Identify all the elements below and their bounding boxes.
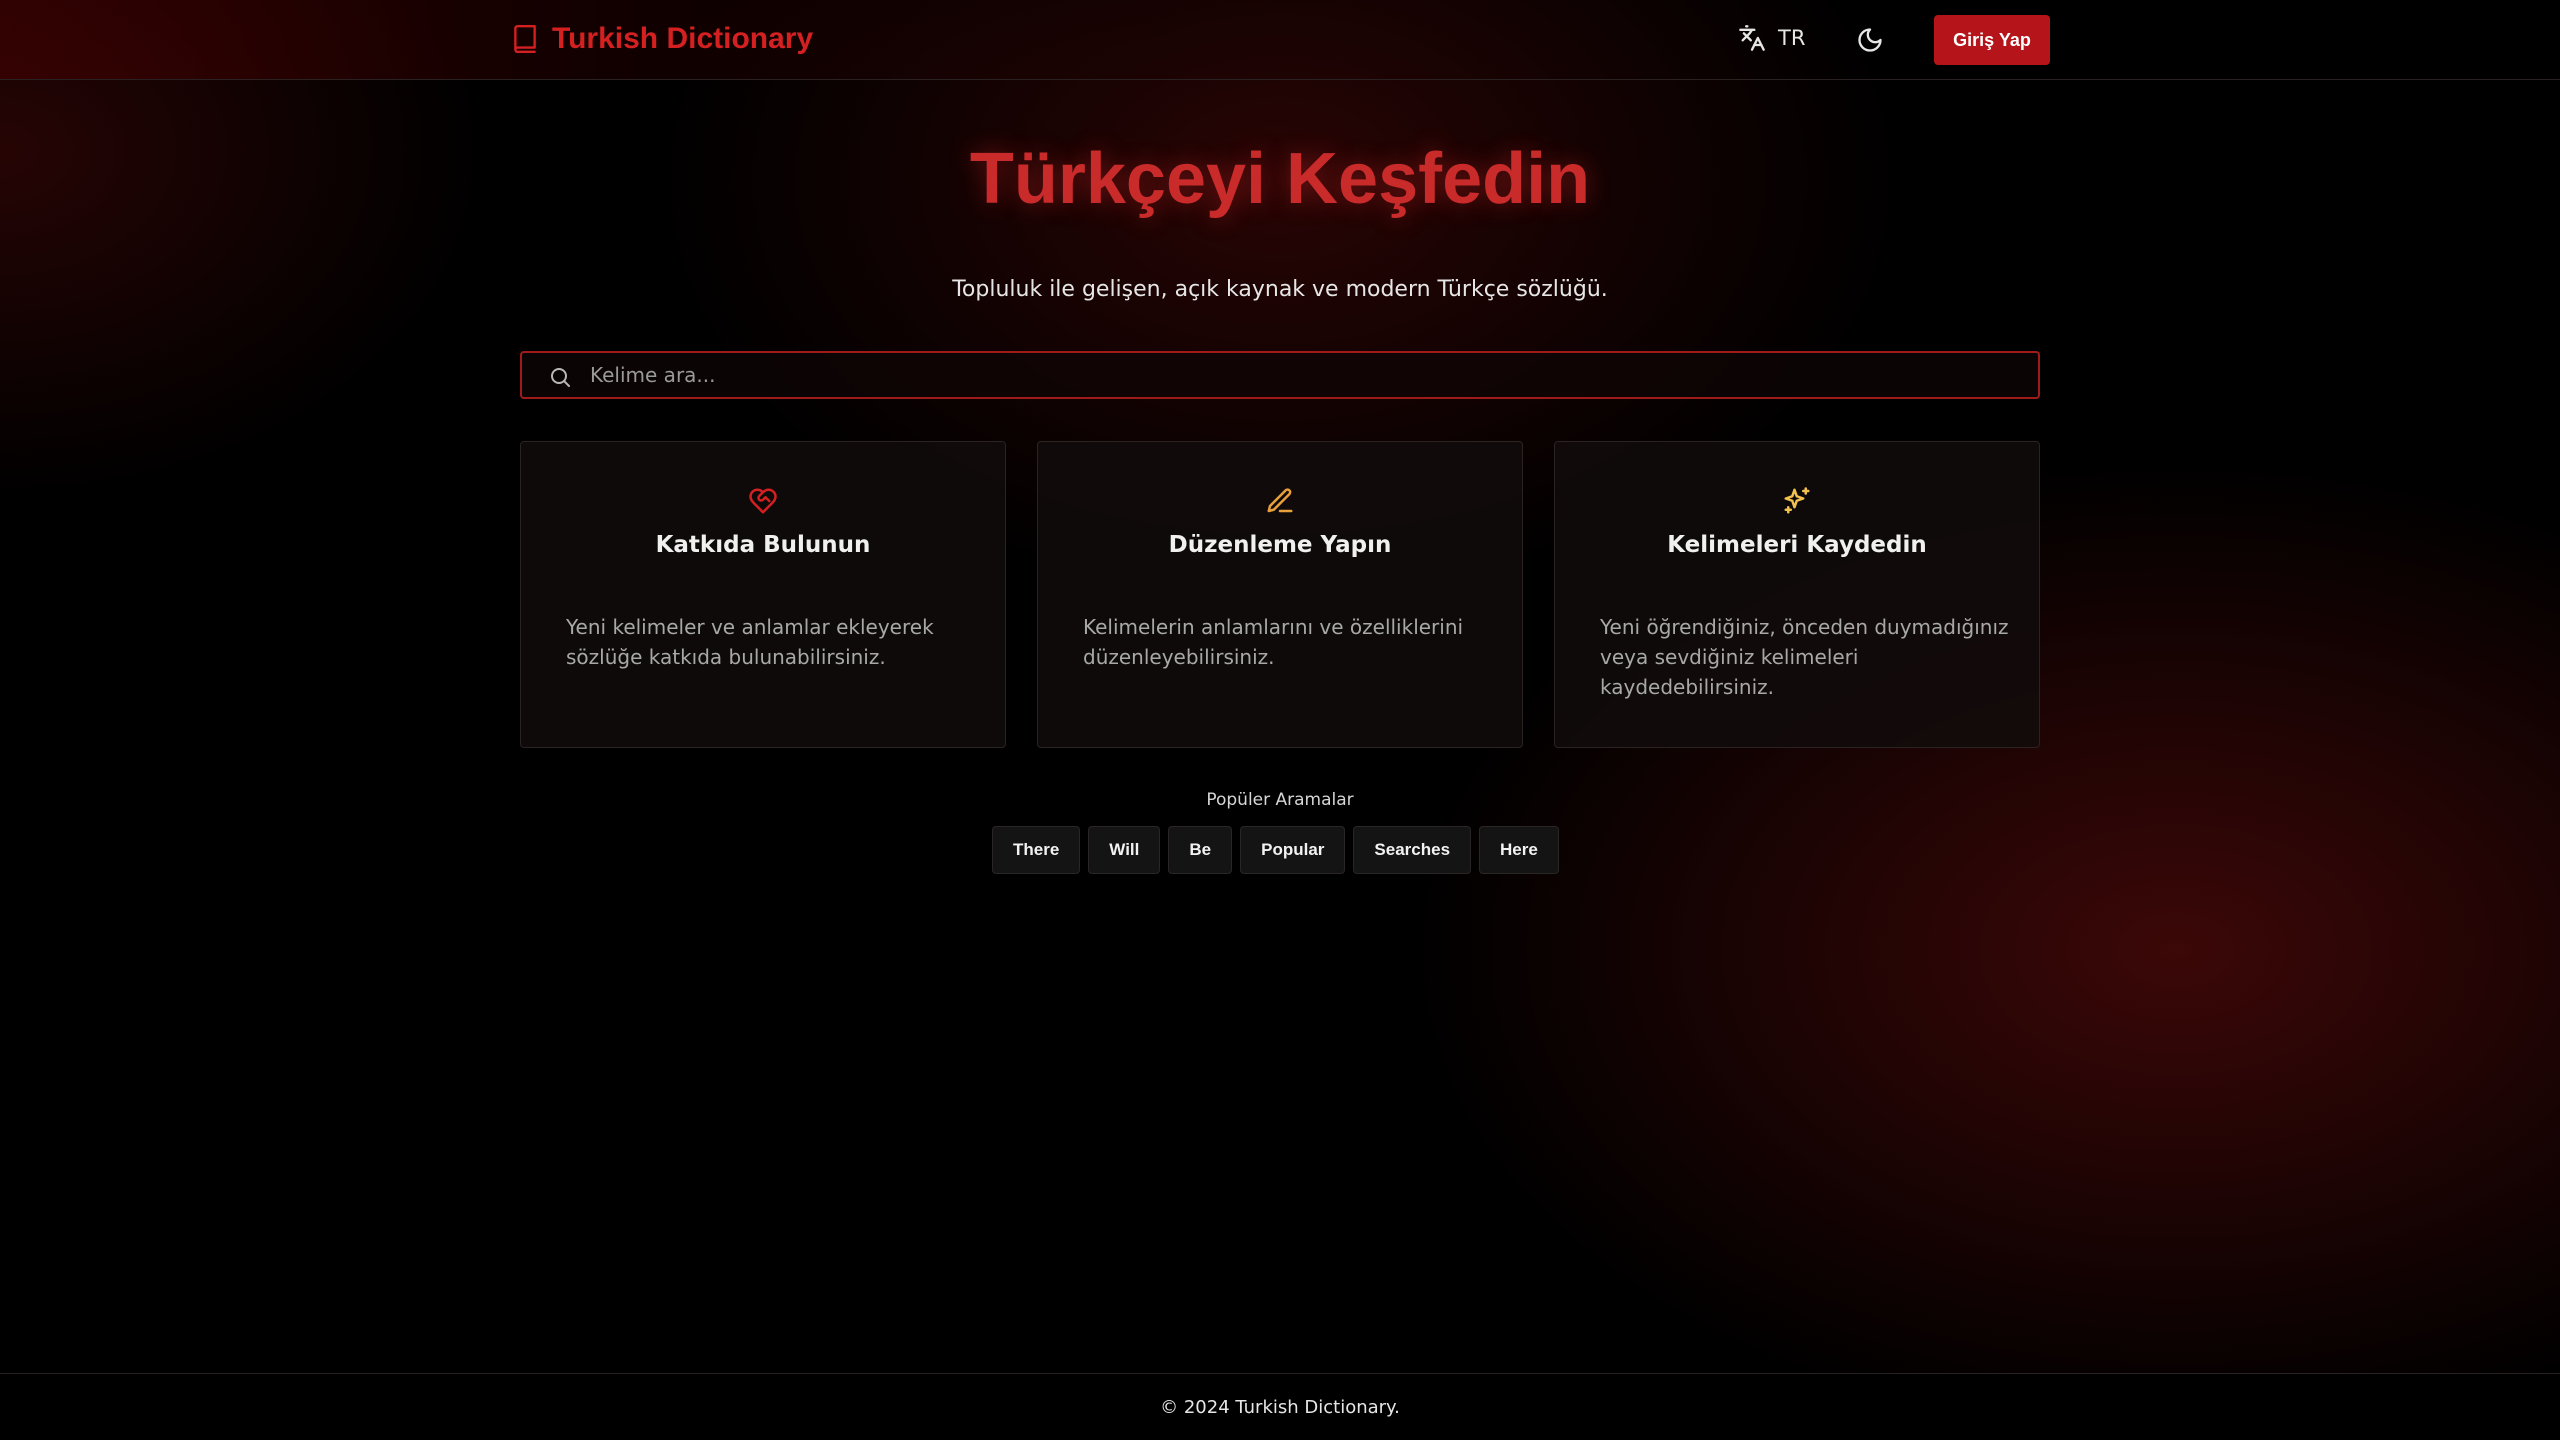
popular-search-chip[interactable]: Be: [1168, 826, 1233, 874]
card-title: Kelimeleri Kaydedin: [1667, 532, 1927, 558]
search-input[interactable]: [590, 353, 2010, 397]
moon-icon[interactable]: [1856, 26, 1884, 54]
card-description: Yeni kelimeler ve anlamlar ekleyerek söz…: [566, 615, 934, 669]
search-box: [520, 351, 2040, 399]
popular-searches-label: Popüler Aramalar: [1206, 790, 1354, 810]
card-description: Yeni öğrendiğiniz, önceden duymadığınız …: [1600, 615, 2009, 699]
top-navbar: Turkish Dictionary TR Giriş Yap: [0, 0, 2560, 80]
card-title: Düzenleme Yapın: [1168, 532, 1392, 558]
login-button[interactable]: Giriş Yap: [1934, 15, 2050, 65]
language-label: TR: [1778, 26, 1806, 50]
footer: © 2024 Turkish Dictionary.: [0, 1373, 2560, 1440]
sparkles-icon: [1784, 487, 1810, 514]
translate-icon: [1739, 25, 1765, 51]
feature-card-edit: Düzenleme Yapın Kelimelerin anlamlarını …: [1037, 441, 1523, 748]
heart-handshake-icon: [749, 488, 777, 514]
hero-subtitle: Topluluk ile gelişen, açık kaynak ve mod…: [952, 277, 1608, 302]
brand-title: Turkish Dictionary: [552, 22, 814, 55]
brand-link[interactable]: Turkish Dictionary: [512, 22, 813, 56]
card-description: Kelimelerin anlamlarını ve özelliklerini…: [1083, 615, 1464, 669]
popular-search-chip[interactable]: Popular: [1240, 826, 1346, 874]
feature-card-contribute: Katkıda Bulunun Yeni kelimeler ve anlaml…: [520, 441, 1006, 748]
feature-card-save: Kelimeleri Kaydedin Yeni öğrendiğiniz, ö…: [1554, 441, 2040, 748]
popular-search-chip[interactable]: Will: [1088, 826, 1161, 874]
popular-search-chip[interactable]: Searches: [1353, 826, 1472, 874]
search-icon: [551, 368, 570, 387]
popular-search-chip[interactable]: Here: [1479, 826, 1559, 874]
popular-search-chip[interactable]: There: [992, 826, 1081, 874]
copyright-text: © 2024 Turkish Dictionary.: [1160, 1396, 1400, 1418]
language-switcher[interactable]: TR: [1738, 24, 1805, 52]
hero-title: Türkçeyi Keşfedin: [969, 139, 1591, 219]
popular-searches-list: There Will Be Popular Searches Here: [992, 826, 1559, 874]
pencil-icon: [1267, 488, 1293, 513]
book-icon: [514, 24, 536, 54]
card-title: Katkıda Bulunun: [655, 532, 871, 558]
